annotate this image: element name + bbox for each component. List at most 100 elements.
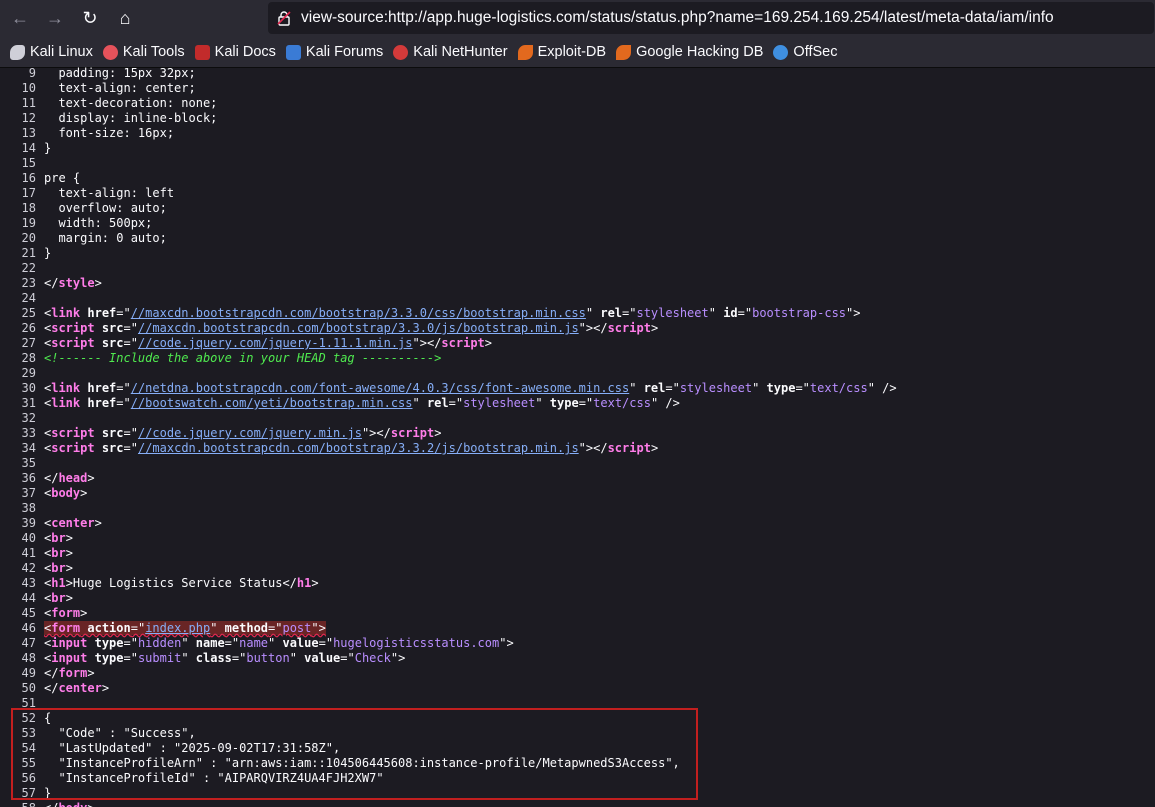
- source-link[interactable]: //code.jquery.com/jquery.min.js: [138, 426, 362, 440]
- offsec-icon: [773, 44, 789, 60]
- bookmark-label: Kali NetHunter: [413, 44, 508, 60]
- bookmark-kali-linux[interactable]: Kali Linux: [10, 44, 93, 60]
- source-line: 26 <script src="//maxcdn.bootstrapcdn.com…: [0, 321, 1155, 336]
- bookmark-label: Kali Docs: [214, 44, 276, 60]
- line-text: display: inline-block;: [44, 111, 218, 125]
- line-number: 15: [21, 156, 36, 170]
- source-line: 12 display: inline-block;: [0, 111, 1155, 126]
- source-link[interactable]: index.php: [145, 621, 210, 635]
- source-line: 23 </style>: [0, 276, 1155, 291]
- tag-name: head: [58, 471, 88, 485]
- line-text: text-align: left: [44, 186, 175, 200]
- forward-arrow-icon[interactable]: →: [40, 4, 70, 34]
- bookmark-kali-nethunter[interactable]: Kali NetHunter: [393, 44, 508, 60]
- annotation-highlight-box: [11, 708, 698, 800]
- line-number: 30: [21, 381, 36, 395]
- source-line: 43 <h1>Huge Logistics Service Status</h1>: [0, 576, 1155, 591]
- html-comment: <!------ Include the above in your HEAD …: [44, 351, 442, 365]
- line-number: 40: [21, 531, 36, 545]
- line-number: 29: [21, 366, 36, 380]
- tag-name: input: [51, 651, 88, 665]
- bookmark-exploit-db[interactable]: Exploit-DB: [517, 44, 606, 60]
- source-line: 32: [0, 411, 1155, 426]
- line-text: overflow: auto;: [44, 201, 167, 215]
- kali-tools-icon: [102, 44, 118, 60]
- line-text: width: 500px;: [44, 216, 153, 230]
- tag-name: h1: [296, 576, 312, 590]
- source-line: 36 </head>: [0, 471, 1155, 486]
- source-line: 18 overflow: auto;: [0, 201, 1155, 216]
- source-link[interactable]: //maxcdn.bootstrapcdn.com/bootstrap/3.3.…: [138, 441, 579, 455]
- page-source-view: 9 padding: 15px 32px; 10 text-align: cen…: [0, 67, 1155, 807]
- attr-value: stylesheet: [679, 381, 753, 395]
- line-number: 31: [21, 396, 36, 410]
- reload-icon[interactable]: ↻: [75, 4, 105, 34]
- kali-dragon-icon: [10, 44, 25, 60]
- tag-name: script: [607, 321, 651, 335]
- source-line: 19 width: 500px;: [0, 216, 1155, 231]
- insecure-lock-icon: [277, 11, 291, 26]
- tag-name: br: [51, 561, 66, 575]
- tag-name: style: [58, 276, 95, 290]
- back-arrow-icon[interactable]: ←: [5, 4, 35, 34]
- line-number: 23: [21, 276, 36, 290]
- source-line: 25 <link href="//maxcdn.bootstrapcdn.com/…: [0, 306, 1155, 321]
- line-number: 18: [21, 201, 36, 215]
- bookmark-kali-docs[interactable]: Kali Docs: [194, 44, 276, 60]
- attr-value: name: [239, 636, 269, 650]
- parse-error-highlight: <form action="index.php" method="post">: [44, 621, 326, 635]
- source-line: 11 text-decoration: none;: [0, 96, 1155, 111]
- source-line: 37 <body>: [0, 486, 1155, 501]
- source-link[interactable]: //maxcdn.bootstrapcdn.com/bootstrap/3.3.…: [138, 321, 579, 335]
- source-line: 21}: [0, 246, 1155, 261]
- source-line: 46 <form action="index.php" method="post"…: [0, 621, 1155, 636]
- tag-name: input: [51, 636, 88, 650]
- line-number: 25: [21, 306, 36, 320]
- tag-name: script: [441, 336, 485, 350]
- source-line: 33 <script src="//code.jquery.com/jquery.…: [0, 426, 1155, 441]
- line-number: 35: [21, 456, 36, 470]
- source-link[interactable]: //netdna.bootstrapcdn.com/font-awesome/4…: [131, 381, 630, 395]
- bookmark-offsec[interactable]: OffSec: [773, 44, 837, 60]
- source-link[interactable]: //maxcdn.bootstrapcdn.com/bootstrap/3.3.…: [131, 306, 586, 320]
- line-number: 13: [21, 126, 36, 140]
- url-bar[interactable]: [268, 2, 1154, 34]
- source-line: 27 <script src="//code.jquery.com/jquery-…: [0, 336, 1155, 351]
- bookmark-kali-tools[interactable]: Kali Tools: [102, 44, 185, 60]
- source-line: 17 text-align: left: [0, 186, 1155, 201]
- attr-value: stylesheet: [463, 396, 536, 410]
- tag-name: script: [51, 441, 95, 455]
- source-line: 58</body>: [0, 801, 1155, 807]
- url-input[interactable]: [301, 9, 1141, 27]
- tag-name: script: [51, 426, 95, 440]
- source-line: 38: [0, 501, 1155, 516]
- tag-name: br: [51, 546, 66, 560]
- attr-value: text/css: [593, 396, 651, 410]
- line-text: pre {: [44, 171, 81, 185]
- kali-docs-icon: [194, 44, 210, 60]
- attr-value: hugelogisticsstatus.com: [333, 636, 500, 650]
- source-line: 44 <br>: [0, 591, 1155, 606]
- source-line: 14}: [0, 141, 1155, 156]
- line-number: 37: [21, 486, 36, 500]
- bookmark-label: Kali Forums: [305, 44, 384, 60]
- home-icon[interactable]: ⌂: [110, 4, 140, 34]
- source-line: 10 text-align: center;: [0, 81, 1155, 96]
- source-link[interactable]: //code.jquery.com/jquery-1.11.1.min.js: [138, 336, 413, 350]
- source-line: 39 <center>: [0, 516, 1155, 531]
- tag-name: body: [51, 486, 81, 500]
- line-number: 48: [21, 651, 36, 665]
- line-number: 24: [21, 291, 36, 305]
- attr-value: stylesheet: [636, 306, 709, 320]
- line-text: text-decoration: none;: [44, 96, 218, 110]
- source-link[interactable]: //bootswatch.com/yeti/bootstrap.min.css: [131, 396, 413, 410]
- bookmarks-toolbar: Kali Linux Kali Tools Kali Docs Kali For…: [0, 37, 1155, 68]
- tag-name: h1: [51, 576, 66, 590]
- source-line: 15: [0, 156, 1155, 171]
- source-line: 29: [0, 366, 1155, 381]
- bookmark-kali-forums[interactable]: Kali Forums: [285, 44, 384, 60]
- line-number: 58: [0, 801, 36, 807]
- bookmark-google-hacking-db[interactable]: Google Hacking DB: [616, 44, 763, 60]
- line-number: 41: [21, 546, 36, 560]
- tag-name: center: [51, 516, 95, 530]
